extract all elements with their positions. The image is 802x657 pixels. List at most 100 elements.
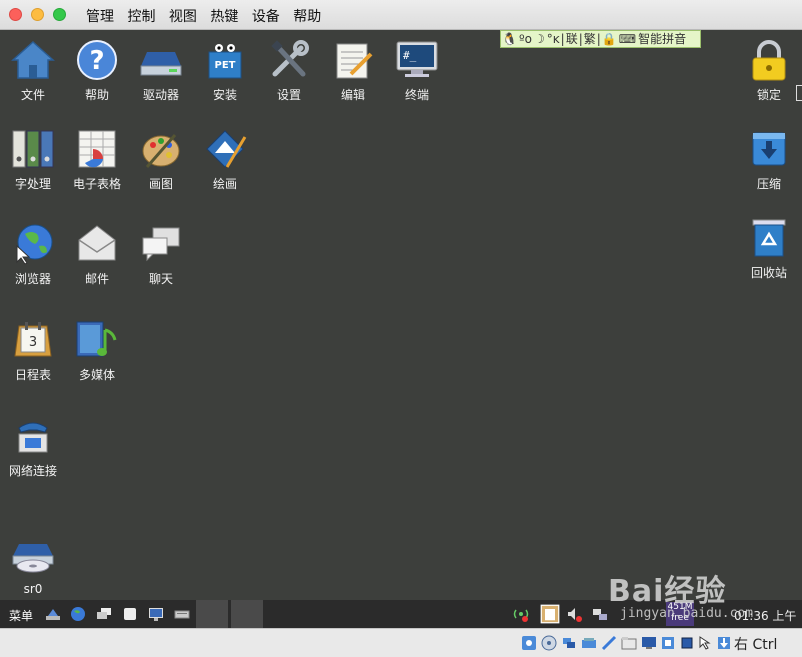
optical-disk-icon[interactable]	[541, 635, 557, 651]
window-title-bar: 管理 控制 视图 热键 设备 帮助	[0, 0, 802, 30]
desktop-icon-label: 浏览器	[14, 272, 51, 286]
clipboard-icon[interactable]	[540, 603, 560, 625]
taskbar-window-slot[interactable]	[196, 600, 228, 628]
desktop-icon-edit[interactable]: 编辑	[321, 38, 385, 103]
help-icon: ?	[75, 38, 119, 82]
browser-launcher-icon[interactable]	[70, 606, 86, 622]
tux-icon[interactable]: 🐧	[502, 32, 517, 46]
menu-control[interactable]: 控制	[127, 9, 155, 25]
menu-devices[interactable]: 设备	[252, 9, 280, 25]
start-menu-button[interactable]: 菜单	[9, 607, 33, 624]
globe-icon	[11, 222, 55, 266]
keyboard-icon[interactable]: ⌨	[619, 32, 636, 46]
desktop-icon-compress[interactable]: 压缩	[737, 127, 801, 192]
desktop-icon-recycle[interactable]: 回收站	[737, 216, 801, 281]
desktop-icon-spreadsheet[interactable]: 电子表格	[65, 127, 129, 192]
menu-view[interactable]: 视图	[169, 9, 197, 25]
menu-help[interactable]: 帮助	[293, 9, 321, 25]
hard-drive-icon	[139, 38, 183, 82]
cpu-icon[interactable]	[679, 635, 695, 651]
desktop-icon-label: 聊天	[148, 272, 173, 286]
vm-status-bar: 右 Ctrl	[0, 628, 802, 657]
network-status-icon[interactable]	[592, 606, 608, 622]
desktop-icon-wordproc[interactable]: 字处理	[1, 127, 65, 192]
desktop-icon-label: 文件	[20, 88, 45, 102]
chat-launcher-icon[interactable]	[96, 606, 112, 622]
minimize-window-button[interactable]	[31, 8, 44, 21]
spreadsheet-icon	[75, 127, 119, 171]
desktop-icon-label: 编辑	[340, 88, 365, 102]
desktop-icon-label: 绘画	[212, 177, 237, 191]
desktop-icon-paint[interactable]: 画图	[129, 127, 193, 192]
desktop-icon-label: 电子表格	[72, 177, 121, 191]
host-key-label: 右 Ctrl	[734, 637, 778, 653]
desktop-icon-label: 画图	[148, 177, 173, 191]
ime-moon-icon[interactable]: ☽	[534, 32, 545, 46]
host-key-arrow-icon[interactable]	[716, 635, 732, 651]
baidu-watermark: Bai经验 jingyan.baidu.com	[608, 566, 788, 626]
wireless-disconnected-icon[interactable]	[513, 606, 529, 622]
drag-drop-icon[interactable]	[601, 635, 617, 651]
desktop-icon-drives[interactable]: 驱动器	[129, 38, 193, 103]
terminal-prompt: #_	[403, 49, 417, 62]
desktop-icon-label: 锁定	[756, 88, 781, 102]
recording-icon[interactable]	[660, 635, 676, 651]
svg-text:?: ?	[89, 46, 104, 76]
zoom-window-button[interactable]	[53, 8, 66, 21]
telephone-icon	[11, 414, 55, 458]
desktop-icon-file[interactable]: 文件	[1, 38, 65, 103]
close-window-button[interactable]	[9, 8, 22, 21]
tools-icon	[267, 38, 311, 82]
desktop-icon-label: 驱动器	[142, 88, 179, 102]
desktop-icon-settings[interactable]: 设置	[257, 38, 321, 103]
calendar-icon: 3	[11, 318, 55, 362]
shared-clipboard-icon[interactable]	[581, 635, 597, 651]
desktop-icon-multimedia[interactable]: 多媒体	[65, 318, 129, 383]
notes-launcher-icon[interactable]	[122, 606, 138, 622]
desktop-icon-help[interactable]: ? 帮助	[65, 38, 129, 103]
padlock-icon	[747, 38, 791, 82]
desktop-icon-calendar[interactable]: 3 日程表	[1, 318, 65, 383]
desktop-icon-draw[interactable]: 绘画	[193, 127, 257, 192]
palette-icon	[139, 127, 183, 171]
desktop-icon-label: 压缩	[756, 177, 781, 191]
watermark-logo: Bai经验	[608, 574, 727, 609]
desktop-icon-mail[interactable]: 邮件	[65, 222, 129, 287]
desktop-icon-label: sr0	[23, 582, 43, 596]
window-resize-edge[interactable]	[796, 85, 802, 101]
hard-disk-icon[interactable]	[521, 635, 537, 651]
ime-mode-icon[interactable]: ºo	[519, 32, 532, 46]
desktop-icon-label: 安装	[212, 88, 237, 102]
monitor-launcher-icon[interactable]	[148, 606, 164, 622]
show-desktop-icon[interactable]	[45, 606, 61, 622]
menu-manage[interactable]: 管理	[86, 9, 114, 25]
desktop-icon-sr0[interactable]: sr0	[1, 534, 65, 596]
desktop-icon-browser[interactable]: 浏览器	[1, 222, 65, 287]
desktop-icon-chat[interactable]: 聊天	[129, 222, 193, 287]
desktop-icon-network[interactable]: 网络连接	[1, 414, 65, 479]
ime-name[interactable]: 智能拼音	[638, 32, 686, 46]
menu-hotkeys[interactable]: 热键	[210, 9, 238, 25]
desktop-icon-label: 帮助	[84, 88, 109, 102]
taskbar-window-slot[interactable]	[231, 600, 263, 628]
desktop-icon-lock[interactable]: 锁定	[737, 38, 801, 103]
desktop-icon-label: 回收站	[750, 266, 787, 280]
ime-traditional-toggle[interactable]: 繁	[584, 32, 596, 46]
desktop-icon-install[interactable]: PET 安装	[193, 38, 257, 103]
display-icon[interactable]	[641, 635, 657, 651]
ime-punct-icon[interactable]: °ĸ	[547, 32, 560, 46]
desktop-icon-terminal[interactable]: #_ 终端	[385, 38, 449, 103]
multimedia-icon	[75, 318, 119, 362]
ime-lock-icon[interactable]: 🔒	[602, 32, 617, 46]
optical-drive-icon	[11, 534, 55, 578]
desktop-icon-label: 多媒体	[78, 368, 115, 382]
volume-muted-icon[interactable]	[566, 606, 582, 622]
mouse-integration-icon[interactable]	[698, 635, 714, 651]
shared-folder-icon[interactable]	[621, 635, 637, 651]
audio-icon[interactable]	[561, 635, 577, 651]
drive-launcher-icon[interactable]	[174, 606, 190, 622]
draw-icon	[203, 127, 247, 171]
watermark-url: jingyan.baidu.com	[620, 606, 754, 621]
ime-association-toggle[interactable]: 联	[566, 32, 578, 46]
desktop-icon-label: 邮件	[84, 272, 109, 286]
